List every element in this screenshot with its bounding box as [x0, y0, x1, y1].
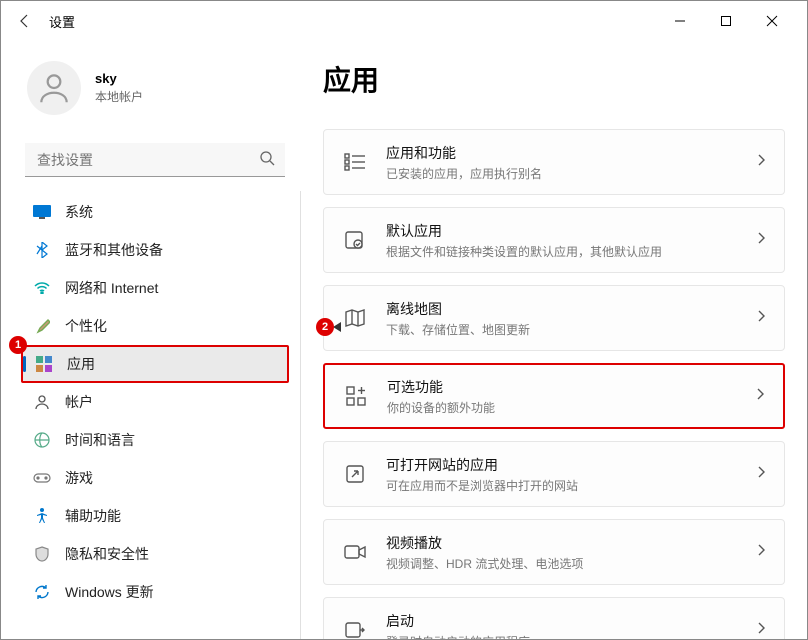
nav-label: 系统 — [65, 202, 93, 222]
annotation-badge-2: 2 — [316, 318, 334, 336]
nav-apps[interactable]: 应用 — [21, 345, 289, 383]
chevron-right-icon — [756, 621, 766, 640]
nav-time-language[interactable]: 时间和语言 — [21, 421, 289, 459]
nav-label: 个性化 — [65, 316, 107, 336]
chevron-right-icon — [756, 309, 766, 328]
shield-icon — [33, 545, 51, 563]
search-icon — [259, 150, 275, 171]
apps-icon — [35, 355, 53, 373]
card-offline-maps[interactable]: 离线地图 下载、存储位置、地图更新 — [323, 285, 785, 351]
video-icon — [342, 539, 368, 565]
card-title: 启动 — [386, 611, 530, 631]
card-title: 可打开网站的应用 — [386, 455, 578, 475]
card-startup[interactable]: 启动 登录时自动启动的应用程序 — [323, 597, 785, 639]
nav-label: 游戏 — [65, 468, 93, 488]
avatar — [27, 61, 81, 115]
card-subtitle: 根据文件和链接种类设置的默认应用，其他默认应用 — [386, 243, 662, 260]
wifi-icon — [33, 279, 51, 297]
chevron-right-icon — [755, 387, 765, 406]
default-app-icon — [342, 227, 368, 253]
card-subtitle: 登录时自动启动的应用程序 — [386, 633, 530, 640]
bluetooth-icon — [33, 241, 51, 259]
sidebar-separator — [300, 191, 301, 639]
update-icon — [33, 583, 51, 601]
main-content: 应用 应用和功能 已安装的应用，应用执行别名 默认应用 根据文件和链接种类设置的… — [301, 41, 807, 639]
card-title: 离线地图 — [386, 299, 530, 319]
chevron-right-icon — [756, 543, 766, 562]
brush-icon — [33, 317, 51, 335]
card-subtitle: 已安装的应用，应用执行别名 — [386, 165, 542, 182]
nav-network[interactable]: 网络和 Internet — [21, 269, 289, 307]
card-subtitle: 你的设备的额外功能 — [387, 399, 495, 416]
user-icon — [35, 69, 73, 107]
nav-label: Windows 更新 — [65, 582, 154, 602]
display-icon — [33, 203, 51, 221]
cards-list: 应用和功能 已安装的应用，应用执行别名 默认应用 根据文件和链接种类设置的默认应… — [323, 129, 785, 639]
accessibility-icon — [33, 507, 51, 525]
card-title: 可选功能 — [387, 377, 495, 397]
person-icon — [33, 393, 51, 411]
nav-windows-update[interactable]: Windows 更新 — [21, 573, 289, 611]
chevron-right-icon — [756, 465, 766, 484]
list-icon — [342, 149, 368, 175]
nav-personalization[interactable]: 个性化 — [21, 307, 289, 345]
card-apps-for-websites[interactable]: 可打开网站的应用 可在应用而不是浏览器中打开的网站 — [323, 441, 785, 507]
close-icon — [766, 15, 778, 27]
card-subtitle: 可在应用而不是浏览器中打开的网站 — [386, 477, 578, 494]
gamepad-icon — [33, 469, 51, 487]
chevron-right-icon — [756, 231, 766, 250]
annotation-badge-1: 1 — [9, 336, 27, 354]
nav-gaming[interactable]: 游戏 — [21, 459, 289, 497]
nav-accessibility[interactable]: 辅助功能 — [21, 497, 289, 535]
page-title: 应用 — [323, 59, 785, 99]
nav-list: 系统 蓝牙和其他设备 网络和 Internet 个性化 应用 帐户 — [21, 193, 289, 611]
user-profile[interactable]: sky 本地帐户 — [21, 41, 289, 139]
globe-clock-icon — [33, 431, 51, 449]
card-title: 默认应用 — [386, 221, 662, 241]
user-name: sky — [95, 71, 143, 86]
nav-label: 时间和语言 — [65, 430, 135, 450]
minimize-icon — [674, 15, 686, 27]
nav-label: 蓝牙和其他设备 — [65, 240, 163, 260]
search-container — [25, 143, 285, 177]
card-optional-features[interactable]: 可选功能 你的设备的额外功能 — [323, 363, 785, 429]
card-subtitle: 视频调整、HDR 流式处理、电池选项 — [386, 555, 583, 572]
card-title: 视频播放 — [386, 533, 583, 553]
maximize-button[interactable] — [703, 6, 749, 36]
open-app-icon — [342, 461, 368, 487]
close-button[interactable] — [749, 6, 795, 36]
card-default-apps[interactable]: 默认应用 根据文件和链接种类设置的默认应用，其他默认应用 — [323, 207, 785, 273]
card-video-playback[interactable]: 视频播放 视频调整、HDR 流式处理、电池选项 — [323, 519, 785, 585]
arrow-left-icon — [17, 13, 33, 29]
nav-label: 隐私和安全性 — [65, 544, 149, 564]
nav-label: 网络和 Internet — [65, 278, 158, 298]
card-subtitle: 下载、存储位置、地图更新 — [386, 321, 530, 338]
nav-label: 应用 — [67, 354, 95, 374]
nav-system[interactable]: 系统 — [21, 193, 289, 231]
user-subtitle: 本地帐户 — [95, 88, 143, 105]
maximize-icon — [720, 15, 732, 27]
plus-grid-icon — [343, 383, 369, 409]
nav-accounts[interactable]: 帐户 — [21, 383, 289, 421]
back-button[interactable] — [13, 9, 37, 33]
startup-icon — [342, 617, 368, 639]
nav-label: 帐户 — [65, 392, 93, 412]
nav-bluetooth[interactable]: 蓝牙和其他设备 — [21, 231, 289, 269]
nav-label: 辅助功能 — [65, 506, 121, 526]
nav-privacy[interactable]: 隐私和安全性 — [21, 535, 289, 573]
window-title: 设置 — [49, 12, 75, 31]
card-title: 应用和功能 — [386, 143, 542, 163]
card-apps-features[interactable]: 应用和功能 已安装的应用，应用执行别名 — [323, 129, 785, 195]
chevron-right-icon — [756, 153, 766, 172]
search-input[interactable] — [25, 143, 285, 177]
map-icon — [342, 305, 368, 331]
minimize-button[interactable] — [657, 6, 703, 36]
